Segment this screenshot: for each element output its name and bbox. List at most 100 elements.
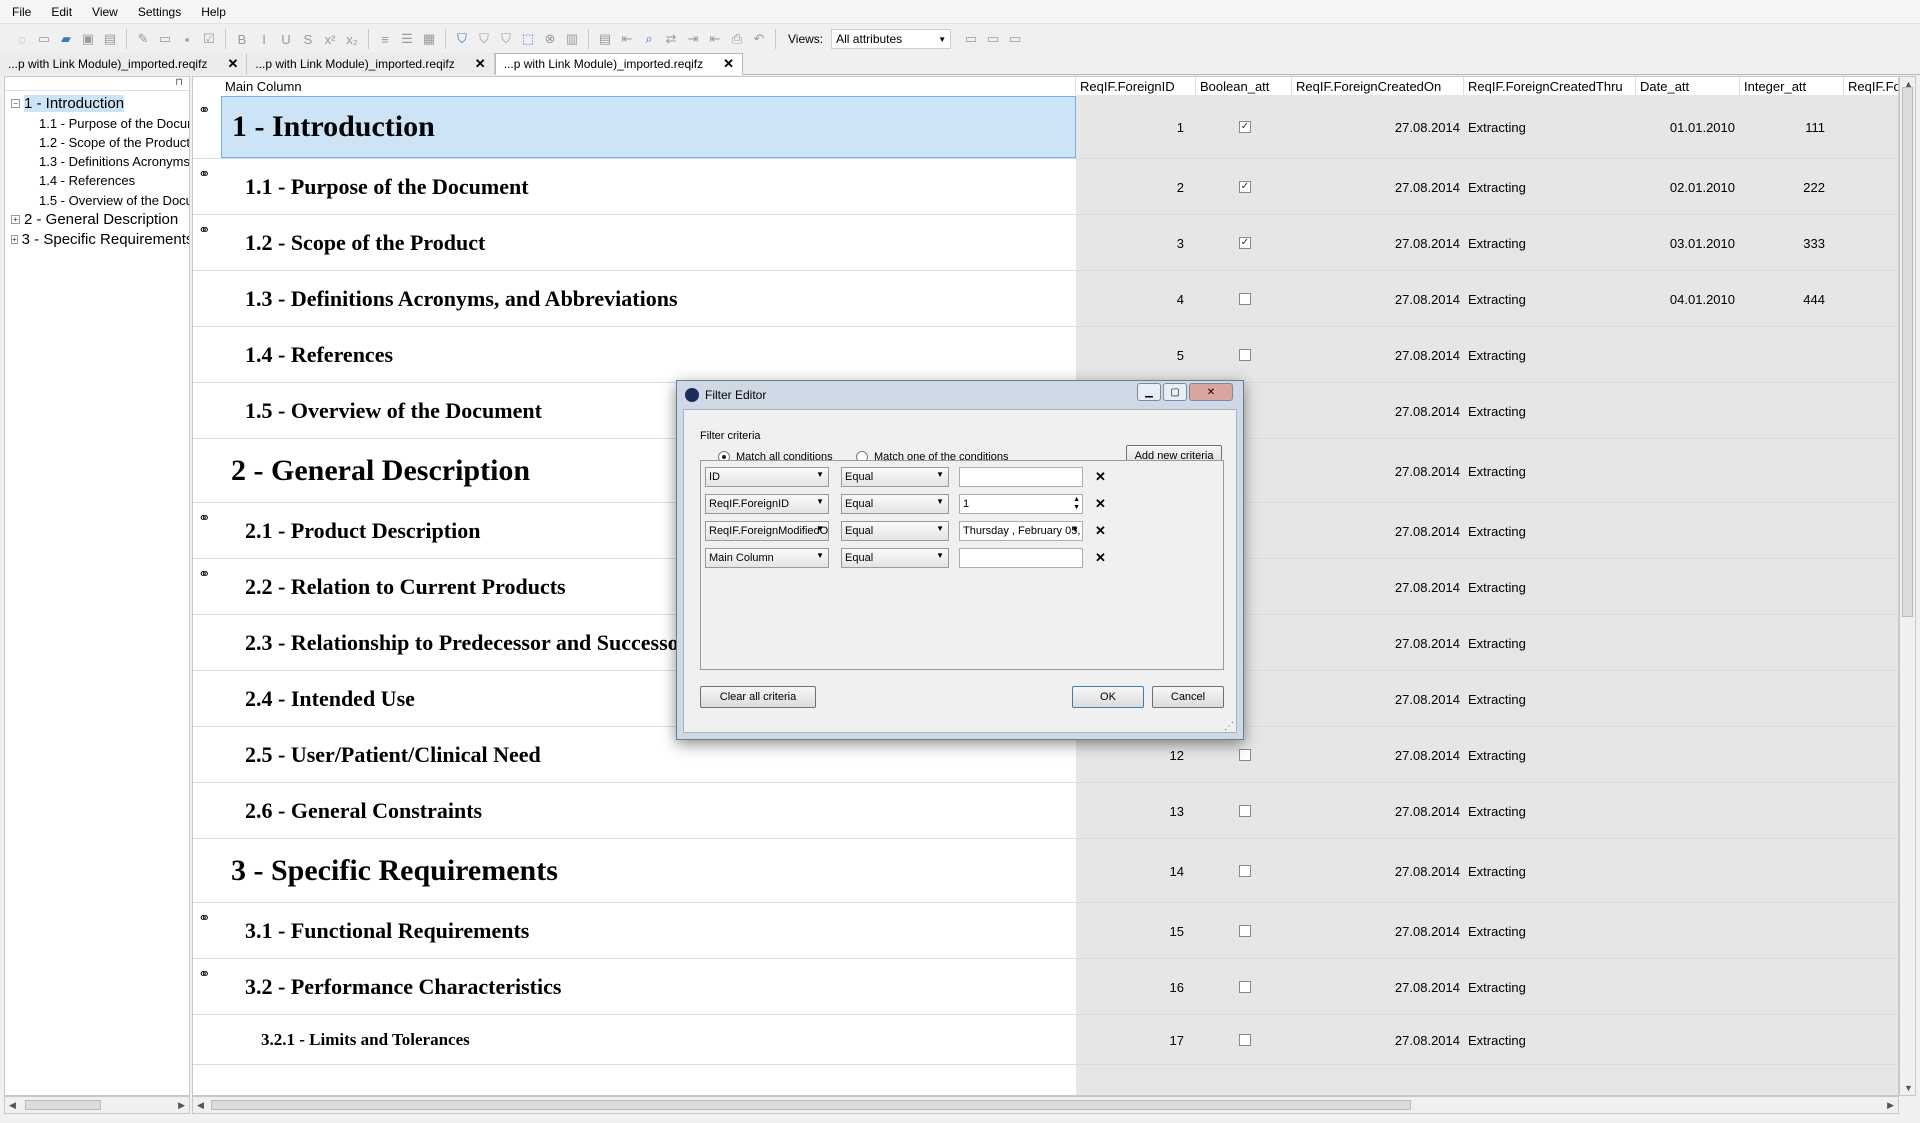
- new-icon[interactable]: ◌: [12, 29, 32, 49]
- indent-icon[interactable]: ⇥: [683, 29, 703, 49]
- view-edit-icon[interactable]: ▭: [983, 29, 1003, 49]
- integer-cell[interactable]: [1740, 746, 1825, 764]
- created-on-cell[interactable]: 27.08.2014: [1292, 634, 1460, 652]
- created-thru-cell[interactable]: Extracting: [1468, 578, 1628, 596]
- link-icon[interactable]: ⚭: [198, 909, 216, 927]
- close-icon[interactable]: ✕: [1189, 383, 1233, 401]
- column-header[interactable]: Main Column: [221, 77, 1076, 95]
- link-icon[interactable]: ⚭: [198, 965, 216, 983]
- scrollbar-thumb[interactable]: [1902, 87, 1913, 617]
- date-cell[interactable]: [1636, 346, 1735, 364]
- foreign-id-cell[interactable]: 2: [1076, 178, 1184, 196]
- main-column-cell[interactable]: 1.1 - Purpose of the Document: [221, 160, 1076, 214]
- import-icon[interactable]: ⇤: [617, 29, 637, 49]
- date-cell[interactable]: [1636, 402, 1735, 420]
- foreign-id-cell[interactable]: 16: [1076, 978, 1184, 996]
- remove-criteria-icon[interactable]: ✕: [1095, 496, 1106, 512]
- date-cell[interactable]: [1636, 746, 1735, 764]
- collapse-icon[interactable]: −: [11, 98, 20, 108]
- created-thru-cell[interactable]: Extracting: [1468, 402, 1628, 420]
- scroll-left-icon[interactable]: ◀: [9, 1100, 16, 1111]
- created-on-cell[interactable]: 27.08.2014: [1292, 862, 1460, 880]
- created-on-cell[interactable]: 27.08.2014: [1292, 346, 1460, 364]
- integer-cell[interactable]: [1740, 578, 1825, 596]
- link-icon[interactable]: ⚭: [198, 565, 216, 583]
- tree-item[interactable]: −1 - Introduction: [5, 92, 189, 114]
- view-add-icon[interactable]: ▭: [961, 29, 981, 49]
- remove-criteria-icon[interactable]: ✕: [1095, 550, 1106, 566]
- integer-cell[interactable]: 111: [1740, 118, 1825, 136]
- created-on-cell[interactable]: 27.08.2014: [1292, 690, 1460, 708]
- boolean-checkbox[interactable]: ✓: [1239, 181, 1251, 193]
- date-cell[interactable]: [1636, 862, 1735, 880]
- select-icon[interactable]: ⬚: [518, 29, 538, 49]
- created-thru-cell[interactable]: Extracting: [1468, 978, 1628, 996]
- tab-document-1[interactable]: ...p with Link Module)_imported.reqifz ✕: [0, 53, 248, 75]
- created-on-cell[interactable]: 27.08.2014: [1292, 922, 1460, 940]
- view-delete-icon[interactable]: ▭: [1005, 29, 1025, 49]
- scrollbar-thumb[interactable]: [211, 1100, 1411, 1110]
- link-icon[interactable]: ⚭: [198, 101, 216, 119]
- foreign-id-cell[interactable]: 1: [1076, 118, 1184, 136]
- table-icon[interactable]: ▦: [419, 29, 439, 49]
- boolean-checkbox[interactable]: [1239, 865, 1251, 877]
- date-picker[interactable]: Thursday , February 05, ▼: [959, 521, 1083, 541]
- created-thru-cell[interactable]: Extracting: [1468, 346, 1628, 364]
- new-file-icon[interactable]: ▭: [34, 29, 54, 49]
- created-on-cell[interactable]: 27.08.2014: [1292, 802, 1460, 820]
- date-cell[interactable]: 03.01.2010: [1636, 234, 1735, 252]
- integer-cell[interactable]: [1740, 690, 1825, 708]
- main-column-cell[interactable]: 3.2 - Performance Characteristics: [221, 960, 1076, 1014]
- integer-cell[interactable]: [1740, 346, 1825, 364]
- main-column-cell[interactable]: 1.2 - Scope of the Product: [221, 216, 1076, 270]
- box-icon[interactable]: ▪: [177, 29, 197, 49]
- boolean-checkbox[interactable]: [1239, 981, 1251, 993]
- boolean-checkbox[interactable]: ✓: [1239, 237, 1251, 249]
- integer-cell[interactable]: [1740, 922, 1825, 940]
- search-icon[interactable]: ⌕: [639, 29, 659, 49]
- date-cell[interactable]: [1636, 922, 1735, 940]
- column-header[interactable]: ReqIF.Fore: [1844, 77, 1898, 95]
- integer-cell[interactable]: [1740, 462, 1825, 480]
- attribute-select[interactable]: ReqIF.ForeignModifiedOn ▼: [705, 521, 829, 541]
- boolean-checkbox[interactable]: [1239, 805, 1251, 817]
- date-cell[interactable]: [1636, 690, 1735, 708]
- foreign-id-cell[interactable]: 13: [1076, 802, 1184, 820]
- created-thru-cell[interactable]: Extracting: [1468, 234, 1628, 252]
- superscript-icon[interactable]: x²: [320, 29, 340, 49]
- created-on-cell[interactable]: 27.08.2014: [1292, 402, 1460, 420]
- menu-view[interactable]: View: [92, 5, 118, 19]
- spinner-arrows-icon[interactable]: ▲ ▼: [1073, 496, 1080, 512]
- date-cell[interactable]: [1636, 802, 1735, 820]
- created-thru-cell[interactable]: Extracting: [1468, 462, 1628, 480]
- created-on-cell[interactable]: 27.08.2014: [1292, 178, 1460, 196]
- created-on-cell[interactable]: 27.08.2014: [1292, 522, 1460, 540]
- date-cell[interactable]: 04.01.2010: [1636, 290, 1735, 308]
- attribute-select[interactable]: ID ▼: [705, 467, 829, 487]
- operator-select[interactable]: Equal ▼: [841, 494, 949, 514]
- link-icon[interactable]: ⚭: [198, 221, 216, 239]
- boolean-checkbox[interactable]: ✓: [1239, 121, 1251, 133]
- foreign-id-cell[interactable]: 14: [1076, 862, 1184, 880]
- integer-cell[interactable]: [1740, 978, 1825, 996]
- boolean-checkbox[interactable]: [1239, 1034, 1251, 1046]
- expand-icon[interactable]: +: [11, 234, 18, 244]
- main-column-cell[interactable]: 1 - Introduction: [221, 96, 1076, 158]
- date-cell[interactable]: 02.01.2010: [1636, 178, 1735, 196]
- close-icon[interactable]: ✕: [227, 56, 238, 72]
- integer-cell[interactable]: [1740, 862, 1825, 880]
- layout-icon[interactable]: ▤: [595, 29, 615, 49]
- filter-icon[interactable]: ⛉: [474, 29, 494, 49]
- created-thru-cell[interactable]: Extracting: [1468, 178, 1628, 196]
- remove-criteria-icon[interactable]: ✕: [1095, 523, 1106, 539]
- foreign-id-cell[interactable]: 4: [1076, 290, 1184, 308]
- integer-cell[interactable]: 222: [1740, 178, 1825, 196]
- resize-grip-icon[interactable]: ⋰: [1224, 721, 1234, 732]
- save-all-icon[interactable]: ▤: [100, 29, 120, 49]
- columns-icon[interactable]: ▥: [562, 29, 582, 49]
- scroll-down-icon[interactable]: ▼: [1904, 1083, 1913, 1093]
- main-column-cell[interactable]: 3 - Specific Requirements: [221, 840, 1076, 902]
- maximize-icon[interactable]: ▢: [1163, 383, 1187, 401]
- save-icon[interactable]: ▣: [78, 29, 98, 49]
- main-column-cell[interactable]: 3.2.1 - Limits and Tolerances: [221, 1016, 1076, 1064]
